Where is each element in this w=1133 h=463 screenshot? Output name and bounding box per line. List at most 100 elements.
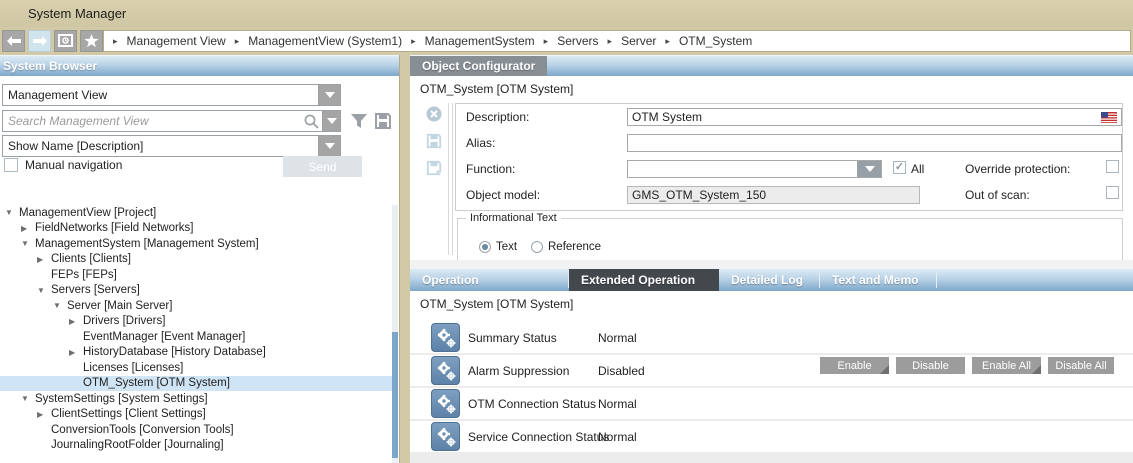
breadcrumb-item[interactable]: Management View [127,34,226,48]
breadcrumb-item[interactable]: Server [621,34,656,48]
expander-icon[interactable]: ▶ [69,317,83,326]
tree-item[interactable]: EventManager [Event Manager] [0,329,393,345]
back-button[interactable] [2,30,25,52]
tree-item[interactable]: ▼Server [Main Server] [0,298,393,314]
gears-icon [435,393,458,416]
language-flag-icon [1101,112,1117,123]
operation-object-title: OTM_System [OTM System] [420,297,573,311]
tab-extended-operation[interactable]: Extended Operation [569,269,719,291]
tree-item[interactable]: ▼SystemSettings [System Settings] [0,391,393,407]
expander-icon[interactable]: ▶ [21,224,35,233]
tab-text-and-memo[interactable]: Text and Memo [820,269,936,291]
tree-item[interactable]: ▶HistoryDatabase [History Database] [0,345,393,361]
object-configurator-tab[interactable]: Object Configurator [410,56,547,76]
alarm-suppression-buttons: Enable Disable Enable All Disable All [820,357,1114,374]
alias-field[interactable] [627,134,1122,152]
function-dropdown[interactable] [627,160,882,178]
view-selector-dropdown[interactable]: Management View [2,84,341,106]
disable-all-button[interactable]: Disable All [1048,357,1114,374]
override-protection-label: Override protection: [965,162,1070,176]
tab-operation[interactable]: Operation [410,269,568,291]
expander-icon[interactable]: ▼ [37,286,51,295]
breadcrumb-item[interactable]: ManagementSystem [425,34,535,48]
history-button[interactable] [54,30,77,52]
gears-icon [435,360,458,383]
description-input[interactable] [632,110,1101,124]
tree-item[interactable]: JournalingRootFolder [Journaling] [0,438,393,454]
tree-item-selected[interactable]: OTM_System [OTM System] [0,376,393,392]
property-gear-button[interactable] [431,356,460,385]
filter-icon[interactable] [350,112,368,130]
tree-item[interactable]: ▶Clients [Clients] [0,252,393,268]
chevron-down-icon[interactable] [318,136,340,156]
close-circle-icon [426,106,442,122]
expander-icon[interactable]: ▶ [37,255,51,264]
favorites-button[interactable] [80,30,103,52]
alias-input[interactable] [632,136,1117,150]
disable-button[interactable]: Disable [896,357,965,374]
tab-detailed-log[interactable]: Detailed Log [719,269,819,291]
breadcrumb-separator-icon: ▸ [544,36,549,47]
breadcrumb-separator-icon: ▸ [113,36,118,47]
operation-row: Service Connection Status Normal [410,421,1133,452]
operation-panel: Operation Extended Operation Detailed Lo… [410,268,1133,463]
chevron-down-icon[interactable] [857,161,881,177]
save-as-icon [426,160,442,176]
tree-item[interactable]: FEPs [FEPs] [0,267,393,283]
save-button[interactable] [423,132,445,149]
enable-button[interactable]: Enable [820,357,889,374]
breadcrumb-item[interactable]: ManagementView (System1) [248,34,402,48]
manual-navigation-checkbox[interactable] [4,158,18,172]
breadcrumb-separator-icon: ▸ [411,36,416,47]
expander-icon[interactable]: ▶ [37,410,51,419]
tree-item[interactable]: ▶FieldNetworks [Field Networks] [0,221,393,237]
tree-scrollbar[interactable] [392,205,398,463]
reference-radio[interactable]: Reference [531,241,601,253]
send-button[interactable]: Send [283,156,362,177]
system-manager-window: System Manager ▸ Management View ▸ Manag… [0,0,1133,463]
breadcrumb-item[interactable]: OTM_System [679,34,752,48]
expander-icon[interactable]: ▼ [21,239,35,248]
text-radio[interactable]: Text [479,241,517,253]
property-gear-button[interactable] [431,422,460,451]
radio-selected-icon[interactable] [479,241,491,253]
discard-button[interactable] [423,105,445,122]
tree-item[interactable]: ▼ManagementView [Project] [0,205,393,221]
enable-all-button[interactable]: Enable All [972,357,1041,374]
all-checkbox[interactable]: ✓ [893,161,906,174]
search-options-icon[interactable] [322,111,340,131]
expander-icon[interactable]: ▼ [53,301,67,310]
tree-item[interactable]: ▶Drivers [Drivers] [0,314,393,330]
tree-item[interactable]: ConversionTools [Conversion Tools] [0,422,393,438]
out-of-scan-checkbox[interactable] [1106,186,1119,199]
informational-text-group: Informational Text Text Reference [457,218,1123,262]
search-icon [303,113,320,130]
forward-button[interactable] [28,30,51,52]
override-protection-checkbox[interactable] [1106,160,1119,173]
description-field[interactable] [627,108,1122,126]
property-name: Service Connection Status [468,421,609,452]
chevron-down-icon[interactable] [318,85,340,105]
display-mode-dropdown[interactable]: Show Name [Description] [2,135,341,157]
expander-icon[interactable]: ▼ [21,394,35,403]
tree-item[interactable]: Licenses [Licenses] [0,360,393,376]
panel-gap [410,260,1133,268]
tree-item[interactable]: ▼ManagementSystem [Management System] [0,236,393,252]
property-name: Summary Status [468,322,557,353]
expander-icon[interactable]: ▼ [5,208,19,217]
operation-row: Alarm Suppression Disabled Enable Disabl… [410,355,1133,386]
divider [448,103,449,255]
breadcrumb-item[interactable]: Servers [557,34,598,48]
radio-unselected-icon[interactable] [531,241,543,253]
property-gear-button[interactable] [431,323,460,352]
save-filter-icon[interactable] [374,112,392,130]
save-as-button[interactable] [423,159,445,176]
tree-item[interactable]: ▶ClientSettings [Client Settings] [0,407,393,423]
search-input[interactable] [3,114,303,128]
tree-scrollbar-thumb[interactable] [392,332,398,458]
gears-icon [435,426,458,449]
tree-item[interactable]: ▼Servers [Servers] [0,283,393,299]
expander-icon[interactable]: ▶ [69,348,83,357]
property-gear-button[interactable] [431,389,460,418]
forward-icon [33,36,47,46]
